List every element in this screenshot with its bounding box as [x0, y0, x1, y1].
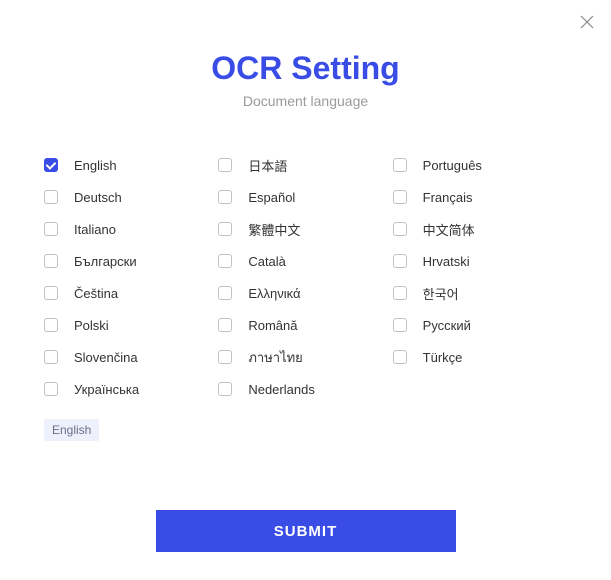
language-item: Български: [44, 245, 218, 277]
language-checkbox[interactable]: [44, 286, 58, 300]
language-checkbox[interactable]: [393, 254, 407, 268]
language-checkbox[interactable]: [218, 350, 232, 364]
language-item: Français: [393, 181, 567, 213]
language-item: 中文简体: [393, 213, 567, 245]
language-label[interactable]: Ελληνικά: [248, 286, 300, 301]
language-column: 日本語 Español 繁體中文 Català Ελληνικά Română ภาษาไท…: [218, 149, 392, 405]
language-checkbox[interactable]: [393, 350, 407, 364]
submit-button[interactable]: SUBMIT: [156, 510, 456, 552]
language-item: ภาษาไทย: [218, 341, 392, 373]
language-checkbox[interactable]: [218, 254, 232, 268]
language-label[interactable]: Deutsch: [74, 190, 122, 205]
language-label[interactable]: Čeština: [74, 286, 118, 301]
close-button[interactable]: [579, 14, 595, 30]
language-label[interactable]: Català: [248, 254, 286, 269]
language-item: Slovenčina: [44, 341, 218, 373]
language-label[interactable]: 繁體中文: [248, 220, 300, 239]
language-item: Italiano: [44, 213, 218, 245]
language-label[interactable]: Slovenčina: [74, 350, 138, 365]
language-checkbox[interactable]: [393, 158, 407, 172]
language-column: Português Français 中文简体 Hrvatski 한국어 Русский T…: [393, 149, 567, 405]
language-checkbox[interactable]: [44, 318, 58, 332]
language-checkbox[interactable]: [218, 382, 232, 396]
header: OCR Setting Document language: [0, 0, 611, 109]
language-label[interactable]: Български: [74, 254, 137, 269]
selected-languages: English: [0, 405, 611, 441]
language-checkbox[interactable]: [218, 318, 232, 332]
language-label[interactable]: Hrvatski: [423, 254, 470, 269]
language-checkbox[interactable]: [44, 382, 58, 396]
close-icon: [579, 14, 595, 30]
language-label[interactable]: ภาษาไทย: [248, 347, 302, 368]
language-item: 日本語: [218, 149, 392, 181]
page-title: OCR Setting: [0, 50, 611, 87]
language-label[interactable]: Українська: [74, 382, 139, 397]
language-checkbox[interactable]: [393, 190, 407, 204]
language-item: 繁體中文: [218, 213, 392, 245]
language-label[interactable]: Türkçe: [423, 350, 463, 365]
language-label[interactable]: Español: [248, 190, 295, 205]
language-checkbox[interactable]: [218, 190, 232, 204]
language-checkbox[interactable]: [393, 318, 407, 332]
language-label[interactable]: Polski: [74, 318, 109, 333]
language-checkbox[interactable]: [393, 286, 407, 300]
language-column: English Deutsch Italiano Български Čeština Po…: [44, 149, 218, 405]
language-label[interactable]: 中文简体: [423, 220, 475, 239]
language-checkbox[interactable]: [218, 222, 232, 236]
language-item: Українська: [44, 373, 218, 405]
language-label[interactable]: Italiano: [74, 222, 116, 237]
language-checkbox[interactable]: [218, 286, 232, 300]
selected-language-tag[interactable]: English: [44, 419, 99, 441]
language-label[interactable]: Română: [248, 318, 297, 333]
language-grid: English Deutsch Italiano Български Čeština Po…: [0, 109, 611, 405]
language-checkbox[interactable]: [44, 158, 58, 172]
language-label[interactable]: Français: [423, 190, 473, 205]
language-checkbox[interactable]: [44, 222, 58, 236]
language-item: Русский: [393, 309, 567, 341]
language-checkbox[interactable]: [44, 190, 58, 204]
language-checkbox[interactable]: [393, 222, 407, 236]
language-checkbox[interactable]: [218, 158, 232, 172]
language-item: Deutsch: [44, 181, 218, 213]
language-item: English: [44, 149, 218, 181]
language-item: Hrvatski: [393, 245, 567, 277]
language-label[interactable]: Português: [423, 158, 482, 173]
language-item: Español: [218, 181, 392, 213]
language-label[interactable]: Русский: [423, 318, 471, 333]
language-label[interactable]: English: [74, 158, 117, 173]
language-item: Português: [393, 149, 567, 181]
language-checkbox[interactable]: [44, 254, 58, 268]
language-item: Ελληνικά: [218, 277, 392, 309]
language-item: 한국어: [393, 277, 567, 309]
language-item: Türkçe: [393, 341, 567, 373]
language-item: Română: [218, 309, 392, 341]
language-label[interactable]: 日本語: [248, 156, 287, 175]
language-item: Català: [218, 245, 392, 277]
language-item: Čeština: [44, 277, 218, 309]
language-checkbox[interactable]: [44, 350, 58, 364]
language-item: Polski: [44, 309, 218, 341]
page-subtitle: Document language: [0, 93, 611, 109]
language-label[interactable]: 한국어: [423, 284, 459, 303]
language-item: Nederlands: [218, 373, 392, 405]
language-label[interactable]: Nederlands: [248, 382, 315, 397]
